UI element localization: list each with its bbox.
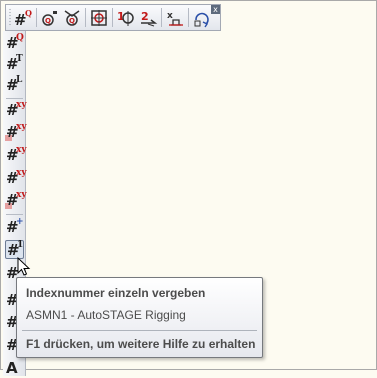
- number-tag-2-button[interactable]: 2: [137, 7, 159, 29]
- index-q-button[interactable]: # Q: [5, 34, 24, 53]
- superscript-label: 1: [17, 240, 24, 250]
- index-xy-button[interactable]: # xy: [5, 190, 27, 210]
- text-glyph: A: [6, 359, 18, 377]
- tag-q-button[interactable]: Q: [39, 7, 61, 29]
- toolbar-separator: [36, 8, 37, 27]
- superscript-label: xy: [16, 100, 27, 110]
- tooltip-divider: [22, 330, 257, 331]
- tooltip-help-text: F1 drücken, um weitere Hilfe zu erhalten: [26, 337, 256, 351]
- toolbar-separator: [6, 98, 23, 99]
- tag-q-arrow-icon: Q: [64, 9, 80, 26]
- superscript-label: +: [16, 217, 24, 227]
- superscript-label: L: [16, 75, 23, 85]
- svg-text:Q: Q: [25, 8, 32, 18]
- target-button[interactable]: [88, 7, 110, 29]
- index-q-button[interactable]: # Q: [12, 7, 34, 29]
- horizontal-toolbar: # Q Q Q 1 2 x x: [5, 4, 221, 31]
- superscript-label: Q: [16, 33, 24, 43]
- toolbar-separator: [161, 8, 162, 27]
- tag-q-arrow-button[interactable]: Q: [61, 7, 83, 29]
- axis-tag-button[interactable]: x: [164, 7, 186, 29]
- superscript-label: xy: [16, 168, 27, 178]
- toolbar-separator: [6, 214, 23, 215]
- superscript-label: xy: [16, 122, 27, 132]
- svg-text:Q: Q: [45, 17, 51, 25]
- svg-text:Q: Q: [69, 17, 75, 25]
- tooltip: Indexnummer einzeln vergeben ASMN1 - Aut…: [16, 277, 263, 358]
- axis-tag-icon: x: [167, 11, 183, 26]
- index-xy-button[interactable]: # xy: [5, 100, 27, 120]
- toolbar-separator: [188, 8, 189, 27]
- index-q-icon: # Q: [14, 8, 32, 28]
- tooltip-description: ASMN1 - AutoSTAGE Rigging: [26, 308, 186, 322]
- refresh-tag-button[interactable]: [191, 7, 213, 29]
- toolbar-separator: [85, 8, 86, 27]
- svg-text:x: x: [167, 11, 173, 21]
- toolbar-close-button[interactable]: x: [211, 5, 220, 14]
- superscript-label: xy: [16, 145, 27, 155]
- refresh-tag-icon: [194, 12, 209, 27]
- text-button[interactable]: A: [5, 359, 24, 378]
- index-xy-button[interactable]: # xy: [5, 122, 27, 142]
- number-tag-icon: 1: [117, 10, 134, 26]
- toolbar-separator: [112, 8, 113, 27]
- superscript-label: T: [16, 54, 23, 64]
- toolbar-grip[interactable]: [9, 8, 11, 27]
- index-xy-button[interactable]: # xy: [5, 145, 27, 165]
- superscript-label: xy: [16, 190, 27, 200]
- index-t-button[interactable]: # T: [5, 55, 24, 74]
- index-plus-button[interactable]: # +: [5, 218, 24, 237]
- number-tag-button[interactable]: 1: [115, 7, 137, 29]
- mouse-cursor-icon: [17, 257, 31, 276]
- tooltip-title: Indexnummer einzeln vergeben: [26, 286, 206, 300]
- index-l-button[interactable]: # L: [5, 76, 24, 95]
- number-tag-2-icon: 2: [141, 10, 158, 26]
- svg-text:2: 2: [141, 10, 149, 23]
- target-icon: [91, 9, 107, 26]
- index-xy-button[interactable]: # xy: [5, 168, 27, 188]
- tag-q-icon: Q: [42, 10, 57, 26]
